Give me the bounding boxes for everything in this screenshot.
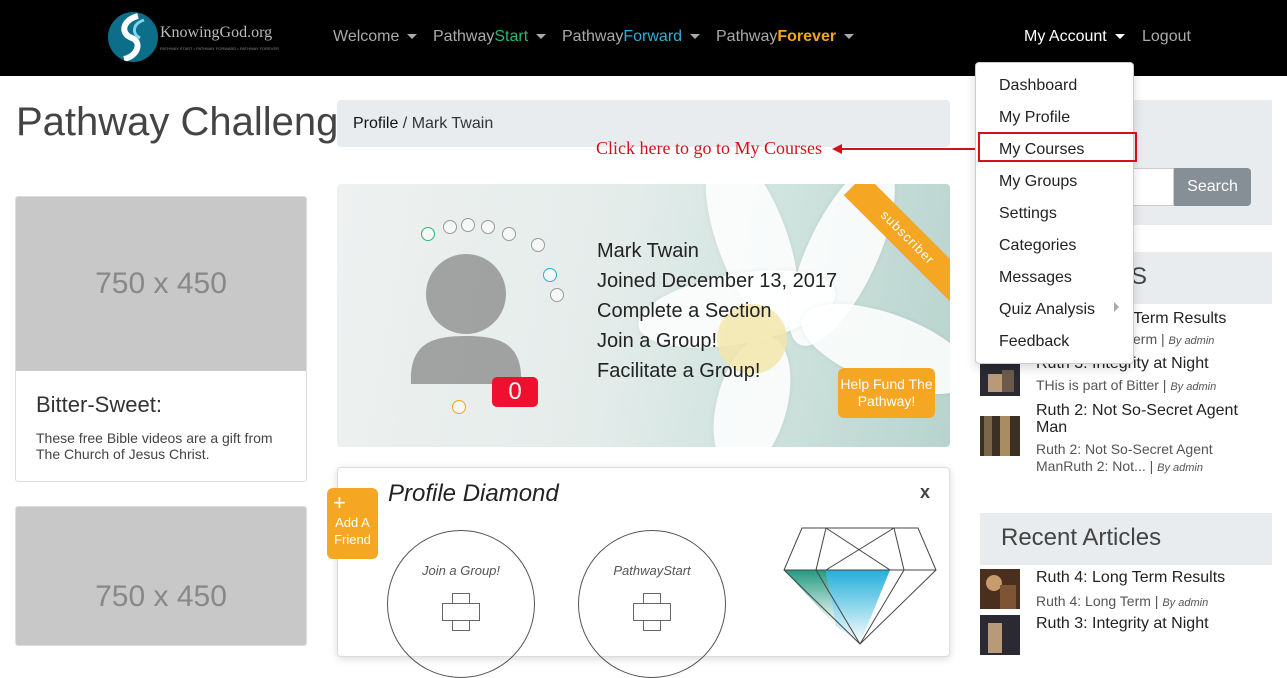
profile-task-facilitate-group[interactable]: Facilitate a Group!	[597, 360, 760, 383]
caret-down-icon	[844, 34, 855, 40]
search-input[interactable]	[1134, 168, 1174, 206]
help-fund-button[interactable]: Help Fund The Pathway!	[838, 368, 935, 418]
post-excerpt: Ruth 2: Not So-Secret Agent ManRuth 2: N…	[1036, 441, 1213, 474]
post-title[interactable]: Ruth 2: Not So-Secret Agent Man	[1036, 402, 1256, 436]
diamond-graphic-icon	[783, 527, 937, 645]
annotation-arrow-line	[840, 148, 977, 150]
image-placeholder: 750 x 450	[16, 507, 306, 645]
circle-label: Join a Group!	[421, 563, 501, 578]
logo-swirl-icon	[108, 12, 158, 62]
arrow-left-icon	[832, 144, 842, 154]
image-placeholder: 750 x 450	[16, 197, 306, 371]
profile-diamond-panel: Profile Diamond x Join a Group! PathwayS…	[337, 467, 950, 678]
page-title: Pathway Challenge	[16, 100, 361, 144]
location-pin-icon[interactable]	[531, 238, 545, 252]
post-excerpt: THis is part of Bitter | By admin	[1036, 377, 1217, 393]
profile-task-join-group[interactable]: Join a Group!	[597, 330, 717, 353]
points-badge: 0	[492, 377, 538, 407]
location-pin-icon[interactable]	[461, 218, 475, 232]
challenge-card[interactable]: 750 x 450 Bitter-Sweet: These free Bible…	[15, 196, 307, 482]
profile-name: Mark Twain	[597, 240, 699, 262]
nav-pathway-forever[interactable]: PathwayForever	[716, 28, 855, 46]
location-pin-icon[interactable]	[443, 220, 457, 234]
post-thumbnail	[980, 362, 1020, 396]
search-button[interactable]: Search	[1174, 168, 1251, 206]
caret-down-icon	[690, 34, 701, 40]
pathway-forward-pin-icon[interactable]	[543, 268, 557, 282]
profile-joined: Joined December 13, 2017	[597, 270, 838, 292]
recent-article-item[interactable]: Ruth 3: Integrity at Night	[980, 615, 1272, 668]
menu-item-my-groups[interactable]: My Groups	[999, 173, 1077, 191]
breadcrumb-current: Mark Twain	[411, 115, 494, 132]
logo-text: KnowingGod.org	[160, 24, 273, 41]
account-dropdown-menu: Dashboard My Profile My Courses My Group…	[975, 62, 1137, 364]
chevron-right-icon	[1114, 302, 1119, 312]
menu-item-categories[interactable]: Categories	[999, 237, 1076, 255]
caret-down-icon	[536, 34, 547, 40]
profile-banner: 0 Mark Twain Joined December 13, 2017 Co…	[337, 184, 950, 447]
nav-pathway-forward[interactable]: PathwayForward	[562, 28, 701, 46]
article-thumbnail	[980, 615, 1020, 655]
site-logo[interactable]: KnowingGod.org PATHWAY START • PATHWAY F…	[108, 12, 288, 64]
recent-articles-heading: Recent Articles	[980, 513, 1272, 565]
recent-post-item[interactable]: Ruth 2: Not So-Secret Agent Man Ruth 2: …	[980, 402, 1272, 474]
menu-item-settings[interactable]: Settings	[999, 205, 1057, 223]
close-button[interactable]: x	[920, 482, 930, 503]
post-thumbnail	[980, 416, 1020, 456]
nav-logout[interactable]: Logout	[1142, 28, 1191, 46]
challenge-card[interactable]: 750 x 450	[15, 506, 307, 646]
nav-my-account[interactable]: My Account	[1024, 28, 1125, 46]
article-thumbnail	[980, 569, 1020, 609]
join-group-circle[interactable]: Join a Group!	[387, 530, 535, 678]
menu-item-quiz-analysis[interactable]: Quiz Analysis	[999, 301, 1095, 319]
menu-item-feedback[interactable]: Feedback	[999, 333, 1069, 351]
card-text: These free Bible videos are a gift from …	[36, 430, 273, 462]
recent-post-item[interactable]: Ruth 3: Integrity at Night THis is part …	[980, 355, 1272, 408]
location-pin-icon[interactable]	[481, 220, 495, 234]
menu-item-dashboard[interactable]: Dashboard	[999, 77, 1077, 95]
location-pin-icon[interactable]	[502, 227, 516, 241]
highlight-box	[978, 132, 1137, 162]
article-title[interactable]: Ruth 4: Long Term Results	[1036, 569, 1256, 586]
post-excerpt: erm | By admin	[1133, 331, 1215, 347]
circle-label: PathwayStart	[613, 563, 691, 578]
nav-welcome[interactable]: Welcome	[333, 28, 418, 46]
logo-subtitle: PATHWAY START • PATHWAY FORWARD • PATHWA…	[160, 46, 280, 51]
article-title[interactable]: Ruth 3: Integrity at Night	[1036, 615, 1256, 632]
card-title: Bitter-Sweet:	[36, 392, 162, 417]
pathway-forever-pin-icon[interactable]	[452, 400, 466, 414]
profile-task-complete-section[interactable]: Complete a Section	[597, 300, 772, 323]
nav-pathway-start[interactable]: PathwayStart	[433, 28, 547, 46]
menu-item-my-profile[interactable]: My Profile	[999, 109, 1070, 127]
caret-down-icon	[1114, 34, 1125, 40]
post-title[interactable]: Term Results	[1133, 310, 1287, 327]
add-friend-button[interactable]: + Add A Friend	[327, 488, 378, 559]
profile-diamond-title: Profile Diamond	[388, 480, 559, 507]
location-pin-icon[interactable]	[550, 288, 564, 302]
plus-icon: +	[333, 490, 346, 515]
avatar-placeholder-icon	[410, 254, 522, 384]
pathway-start-pin-icon[interactable]	[421, 227, 435, 241]
annotation-text: Click here to go to My Courses	[596, 138, 822, 158]
pathway-start-circle[interactable]: PathwayStart	[578, 530, 726, 678]
article-excerpt: Ruth 4: Long Term | By admin	[1036, 593, 1209, 609]
breadcrumb-profile-link[interactable]: Profile	[353, 115, 398, 132]
caret-down-icon	[407, 34, 418, 40]
search-panel	[1134, 100, 1272, 225]
menu-item-messages[interactable]: Messages	[999, 269, 1072, 287]
